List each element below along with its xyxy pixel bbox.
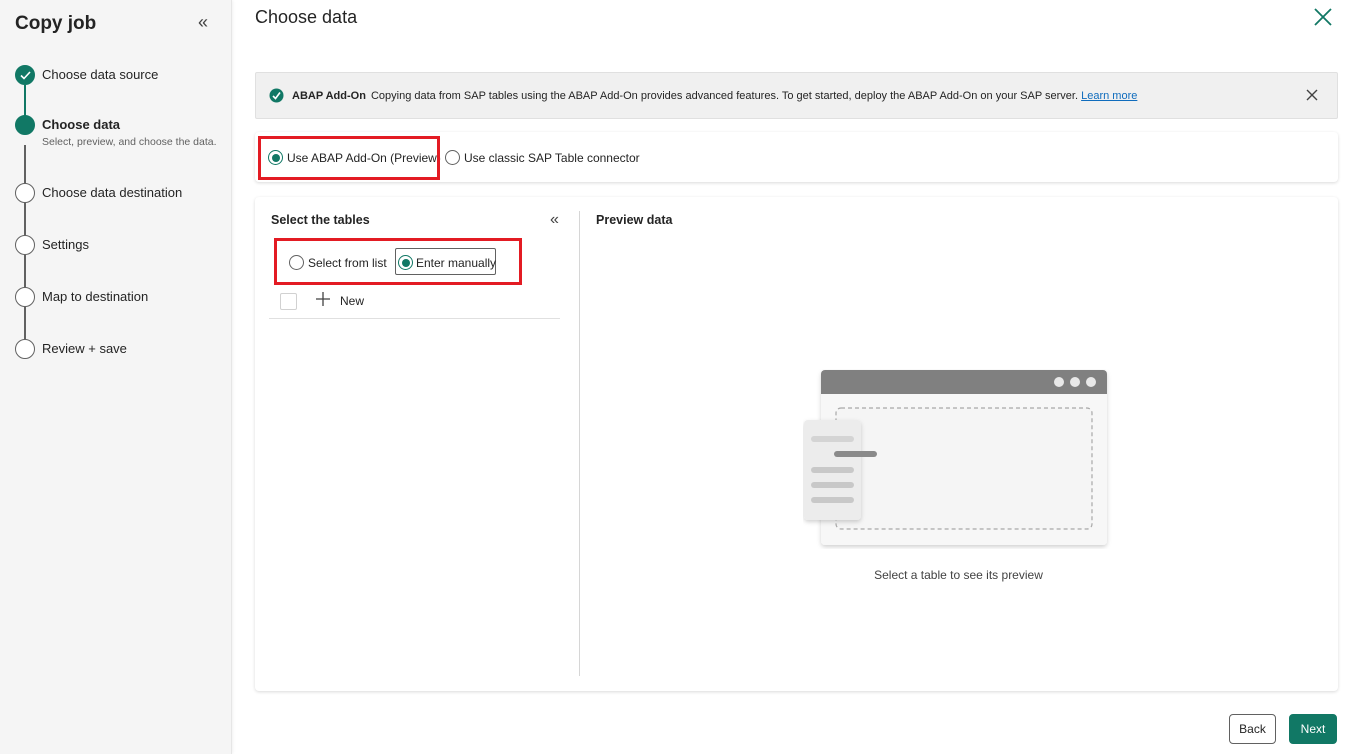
step-label: Settings xyxy=(42,237,89,252)
pending-step-indicator xyxy=(15,183,35,203)
new-table-label: New xyxy=(340,294,365,308)
step-label: Choose data destination xyxy=(42,185,183,200)
abap-addon-label[interactable]: Use ABAP Add-On (Preview) xyxy=(287,151,441,165)
next-button[interactable]: Next xyxy=(1289,714,1337,744)
step-connector xyxy=(24,307,26,339)
step-label: Map to destination xyxy=(42,289,149,304)
select-all-checkbox[interactable] xyxy=(280,293,297,310)
abap-addon-icon xyxy=(269,88,284,103)
wizard-sidebar: Copy job « Choose data source Choose dat… xyxy=(0,0,232,754)
abap-addon-radio[interactable] xyxy=(268,150,283,165)
sidebar-title: Copy job xyxy=(15,13,97,34)
page-title: Choose data xyxy=(255,7,358,27)
step-connector xyxy=(24,203,26,235)
preview-placeholder-illustration xyxy=(803,369,1113,549)
step-connector xyxy=(24,145,26,183)
pending-step-indicator xyxy=(15,235,35,255)
select-from-list-radio[interactable] xyxy=(289,255,304,270)
learn-more-link[interactable]: Learn more xyxy=(1081,90,1137,102)
select-from-list-label[interactable]: Select from list xyxy=(308,256,387,270)
collapse-sidebar-icon[interactable]: « xyxy=(194,12,212,32)
panel-divider xyxy=(579,211,580,676)
connector-choice-card: Use ABAP Add-On (Preview) Use classic SA… xyxy=(255,132,1338,182)
info-banner-title: ABAP Add-On xyxy=(292,90,366,102)
enter-manually-radio[interactable] xyxy=(398,255,413,270)
close-icon[interactable] xyxy=(1312,6,1334,28)
checkmark-icon xyxy=(15,65,35,85)
info-banner: ABAP Add-On Copying data from SAP tables … xyxy=(255,72,1338,119)
plus-icon xyxy=(316,292,330,306)
info-banner-text: ABAP Add-On Copying data from SAP tables … xyxy=(292,90,1137,102)
pending-step-indicator xyxy=(15,287,35,307)
enter-manually-label[interactable]: Enter manually xyxy=(416,256,496,270)
preview-data-title: Preview data xyxy=(596,213,673,227)
select-tables-title: Select the tables xyxy=(271,213,370,227)
pending-step-indicator xyxy=(15,339,35,359)
active-step-indicator xyxy=(15,115,35,135)
data-selection-panel: Select the tables « Select from list Ent… xyxy=(255,197,1338,691)
step-label: Review + save xyxy=(42,341,127,356)
step-connector xyxy=(24,255,26,287)
new-table-row: New xyxy=(269,291,560,319)
classic-connector-label[interactable]: Use classic SAP Table connector xyxy=(464,151,640,165)
step-label: Choose data source xyxy=(42,67,159,82)
collapse-tables-icon[interactable]: « xyxy=(550,211,564,229)
classic-connector-radio[interactable] xyxy=(445,150,460,165)
dismiss-banner-icon[interactable] xyxy=(1305,88,1319,102)
preview-hint-text: Select a table to see its preview xyxy=(874,568,1043,582)
info-banner-message: Copying data from SAP tables using the A… xyxy=(370,90,1079,102)
step-label: Choose data xyxy=(42,117,121,132)
step-sublabel: Select, preview, and choose the data. xyxy=(42,136,217,148)
back-button[interactable]: Back xyxy=(1229,714,1276,744)
